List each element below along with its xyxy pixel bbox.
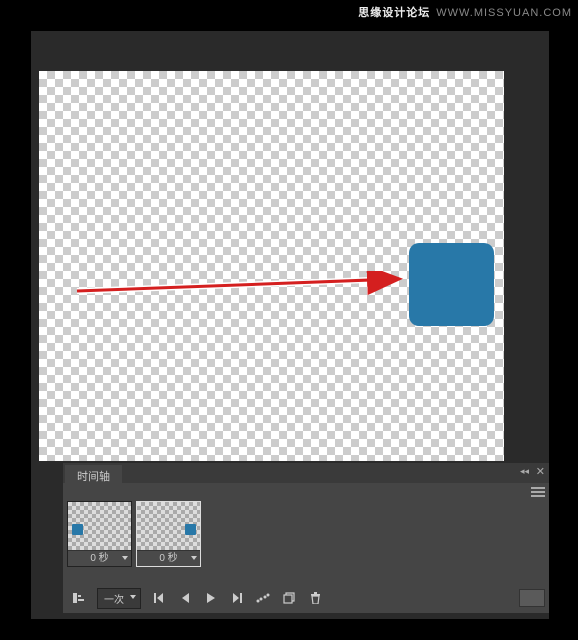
thumb-shape (72, 524, 83, 535)
frame-thumbnail (68, 502, 131, 550)
shape-rounded-square[interactable] (409, 243, 494, 326)
next-frame-icon (231, 592, 243, 604)
scrollbar-stub[interactable] (519, 589, 545, 607)
timeline-panel: 时间轴 ◂◂ ✕ 1 0 秒 2 (63, 463, 549, 613)
prev-frame-icon (180, 592, 190, 604)
loop-mode-select[interactable]: 一次 (97, 588, 141, 609)
chevron-down-icon (122, 556, 128, 560)
app-window: 时间轴 ◂◂ ✕ 1 0 秒 2 (30, 30, 550, 620)
frame-thumbnail (137, 502, 200, 550)
tween-icon (256, 593, 270, 603)
first-frame-icon (153, 592, 165, 604)
convert-timeline-icon (72, 592, 86, 604)
frames-strip: 1 0 秒 2 0 秒 (67, 501, 201, 567)
timeline-controls: 一次 (67, 587, 545, 609)
play-icon (206, 592, 216, 604)
collapse-icon[interactable]: ◂◂ (520, 466, 529, 477)
tween-button[interactable] (251, 588, 275, 608)
first-frame-button[interactable] (147, 588, 171, 608)
delete-frame-icon (310, 592, 321, 604)
frame-1[interactable]: 1 0 秒 (67, 501, 132, 567)
watermark: 思缘设计论坛WWW.MISSYUAN.COM (358, 4, 572, 20)
delete-frame-button[interactable] (303, 588, 327, 608)
frame-2[interactable]: 2 0 秒 (136, 501, 201, 567)
annotation-arrow (75, 271, 415, 301)
chevron-down-icon (130, 595, 136, 599)
tab-timeline[interactable]: 时间轴 (65, 465, 122, 487)
frame-delay-select[interactable]: 0 秒 (137, 550, 200, 566)
prev-frame-button[interactable] (173, 588, 197, 608)
frame-delay-select[interactable]: 0 秒 (68, 550, 131, 566)
convert-timeline-button[interactable] (67, 588, 91, 608)
thumb-shape (185, 524, 196, 535)
document-canvas[interactable] (39, 71, 504, 461)
chevron-down-icon (191, 556, 197, 560)
panel-menu-icon[interactable] (531, 487, 545, 499)
duplicate-frame-button[interactable] (277, 588, 301, 608)
next-frame-button[interactable] (225, 588, 249, 608)
panel-tabs: 时间轴 ◂◂ ✕ (63, 463, 549, 483)
close-icon[interactable]: ✕ (536, 465, 545, 478)
duplicate-frame-icon (283, 592, 295, 604)
play-button[interactable] (199, 588, 223, 608)
